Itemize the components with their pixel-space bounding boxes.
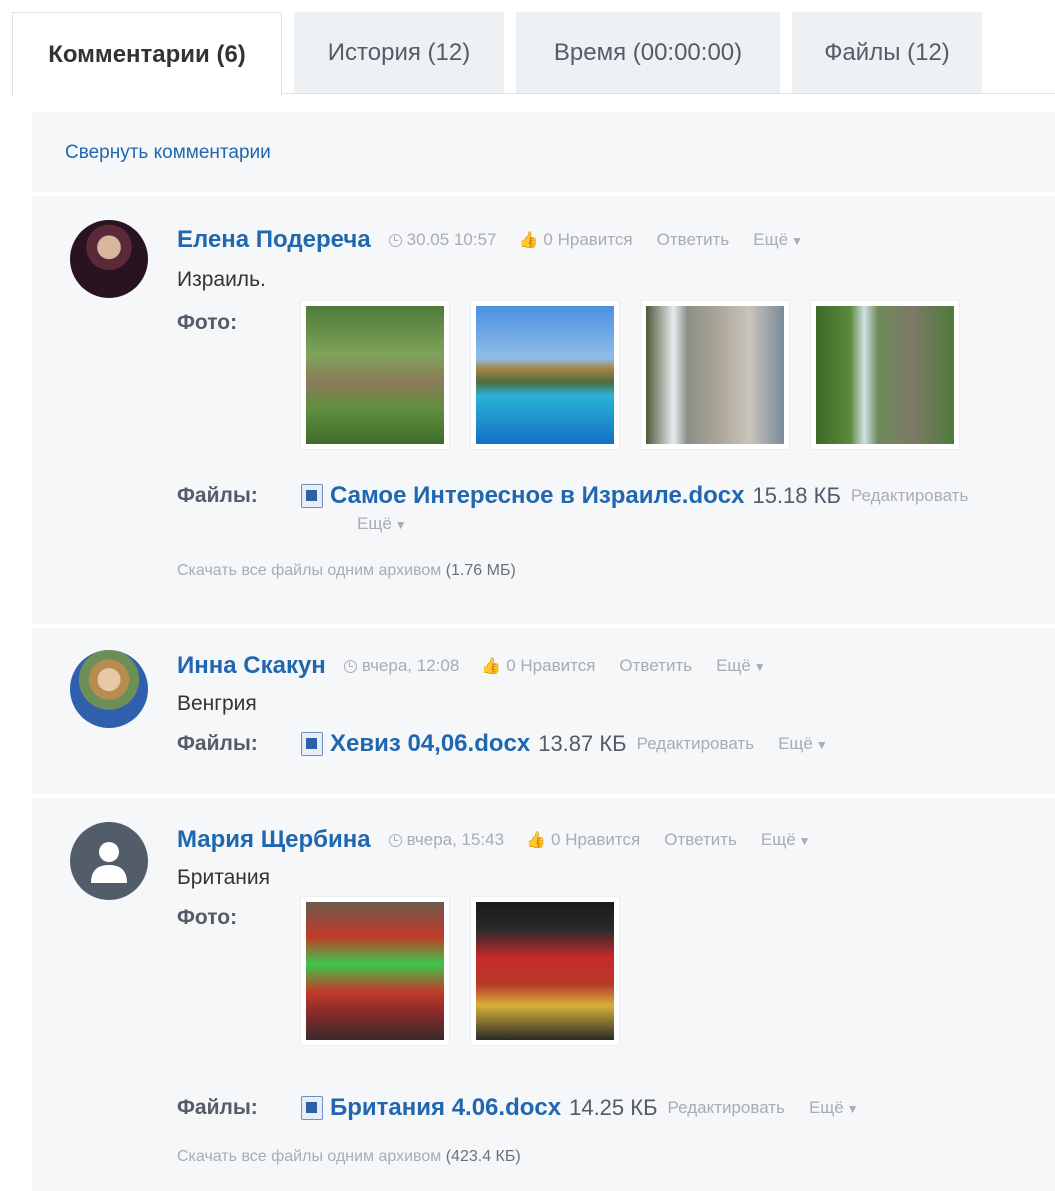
file-more-menu[interactable]: Ещё ▼ [778,734,828,754]
download-archive-link[interactable]: Скачать все файлы одним архивом (1.76 МБ… [177,562,516,580]
thumbs-up-icon: 👍 [481,658,502,675]
photo-thumbnails [300,896,620,1046]
clock-icon [388,833,402,847]
comment-item: Елена Подереча 30.05 10:57 👍 0 Нравится О… [32,196,1055,624]
caret-down-icon: ▼ [846,1102,859,1116]
download-archive-link[interactable]: Скачать все файлы одним архивом (423.4 К… [177,1148,521,1166]
file-name-link[interactable]: Британия 4.06.docx [330,1094,561,1122]
comment-header: Елена Подереча 30.05 10:57 👍 0 Нравится О… [177,226,803,254]
like-button[interactable]: 👍 0 Нравится [518,230,632,250]
comment-item: Мария Щербина вчера, 15:43 👍 0 Нравится О… [32,798,1055,1191]
photo-label: Фото: [177,906,238,929]
file-more-menu[interactable]: Ещё ▼ [809,1098,859,1118]
more-menu[interactable]: Ещё ▼ [761,830,811,850]
photo-thumbnail[interactable] [470,300,620,450]
comment-tabs: Комментарии (6) История (12) Время (00:0… [12,12,1055,96]
photo-thumbnail[interactable] [640,300,790,450]
photo-thumbnail[interactable] [470,896,620,1046]
photo-thumbnail[interactable] [300,300,450,450]
avatar[interactable] [70,220,148,298]
avatar[interactable] [70,822,148,900]
file-edit-link[interactable]: Редактировать [637,734,754,754]
more-menu[interactable]: Ещё ▼ [716,656,766,676]
archive-size: (423.4 КБ) [445,1148,521,1165]
thumbs-up-icon: 👍 [526,832,547,849]
author-name[interactable]: Елена Подереча [177,226,371,254]
tab-divider [282,93,1055,94]
files-row: Файлы: Хевиз 04,06.docx 13.87 КБ Редакти… [177,730,828,758]
file-size: 13.87 КБ [538,731,627,756]
files-row: Файлы: Британия 4.06.docx 14.25 КБ Редак… [177,1094,859,1122]
caret-down-icon: ▼ [791,234,803,248]
caret-down-icon: ▼ [394,518,407,532]
caret-down-icon: ▼ [753,660,766,674]
tab-history[interactable]: История (12) [294,12,504,94]
comments-panel: Свернуть комментарии Елена Подереча 30.0… [32,112,1055,1191]
photo-thumbnails [300,300,960,450]
thumbs-up-icon: 👍 [518,232,539,249]
archive-size: (1.76 МБ) [445,562,516,579]
file-more-row: Ещё ▼ [357,514,407,534]
reply-button[interactable]: Ответить [664,830,737,850]
file-size: 14.25 КБ [569,1095,658,1120]
docx-file-icon [301,484,323,508]
comment-time: 30.05 10:57 [388,230,496,250]
author-name[interactable]: Мария Щербина [177,826,371,854]
caret-down-icon: ▼ [815,738,828,752]
comment-header: Мария Щербина вчера, 15:43 👍 0 Нравится О… [177,826,811,854]
comment-text: Британия [177,866,270,889]
tab-time[interactable]: Время (00:00:00) [516,12,780,94]
clock-icon [388,233,402,247]
files-label: Файлы: [177,1096,258,1119]
file-edit-link[interactable]: Редактировать [851,486,968,506]
files-label: Файлы: [177,732,258,755]
like-button[interactable]: 👍 0 Нравится [481,656,595,676]
file-edit-link[interactable]: Редактировать [668,1098,785,1118]
avatar[interactable] [70,650,148,728]
more-menu[interactable]: Ещё ▼ [753,230,803,250]
comment-text: Венгрия [177,692,257,715]
file-size: 15.18 КБ [752,483,841,508]
author-name[interactable]: Инна Скакун [177,652,326,680]
collapse-comments-link[interactable]: Свернуть комментарии [65,142,271,164]
like-button[interactable]: 👍 0 Нравится [526,830,640,850]
reply-button[interactable]: Ответить [619,656,692,676]
comment-text: Израиль. [177,268,266,291]
tab-comments[interactable]: Комментарии (6) [12,12,282,96]
comment-header: Инна Скакун вчера, 12:08 👍 0 Нравится Отв… [177,652,766,680]
photo-thumbnail[interactable] [810,300,960,450]
default-user-icon [91,842,127,883]
photo-label: Фото: [177,311,238,334]
docx-file-icon [301,732,323,756]
tab-files[interactable]: Файлы (12) [792,12,982,94]
collapse-bar: Свернуть комментарии [32,112,1055,194]
files-label: Файлы: [177,484,258,507]
docx-file-icon [301,1096,323,1120]
file-name-link[interactable]: Самое Интересное в Израиле.docx [330,482,744,510]
file-more-menu[interactable]: Ещё ▼ [357,514,407,534]
comment-time: вчера, 15:43 [388,830,504,850]
files-row: Файлы: Самое Интересное в Израиле.docx 1… [177,482,968,510]
reply-button[interactable]: Ответить [657,230,730,250]
caret-down-icon: ▼ [798,834,811,848]
clock-icon [343,659,357,673]
comment-item: Инна Скакун вчера, 12:08 👍 0 Нравится Отв… [32,628,1055,794]
photo-thumbnail[interactable] [300,896,450,1046]
comment-time: вчера, 12:08 [343,656,459,676]
file-name-link[interactable]: Хевиз 04,06.docx [330,730,530,758]
